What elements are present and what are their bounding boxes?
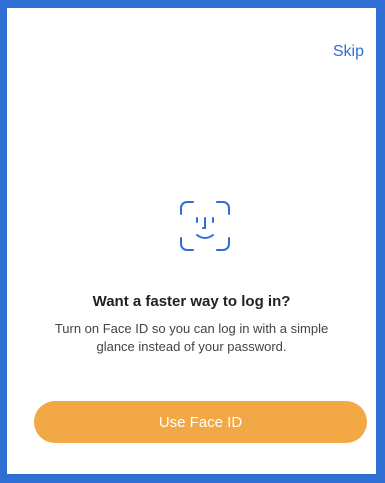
page-title: Want a faster way to log in? [92, 293, 291, 310]
face-id-icon [177, 198, 233, 254]
use-face-id-button[interactable]: Use Face ID [34, 401, 367, 443]
skip-button[interactable]: Skip [333, 43, 364, 61]
use-face-id-label: Use Face ID [158, 413, 243, 431]
page-subtitle: Turn on Face ID so you can log in with a… [54, 321, 329, 354]
app-frame: Skip Want a faster way to log in? Turn o… [0, 0, 385, 483]
face-id-prompt-screen: Skip Want a faster way to log in? Turn o… [7, 8, 376, 474]
